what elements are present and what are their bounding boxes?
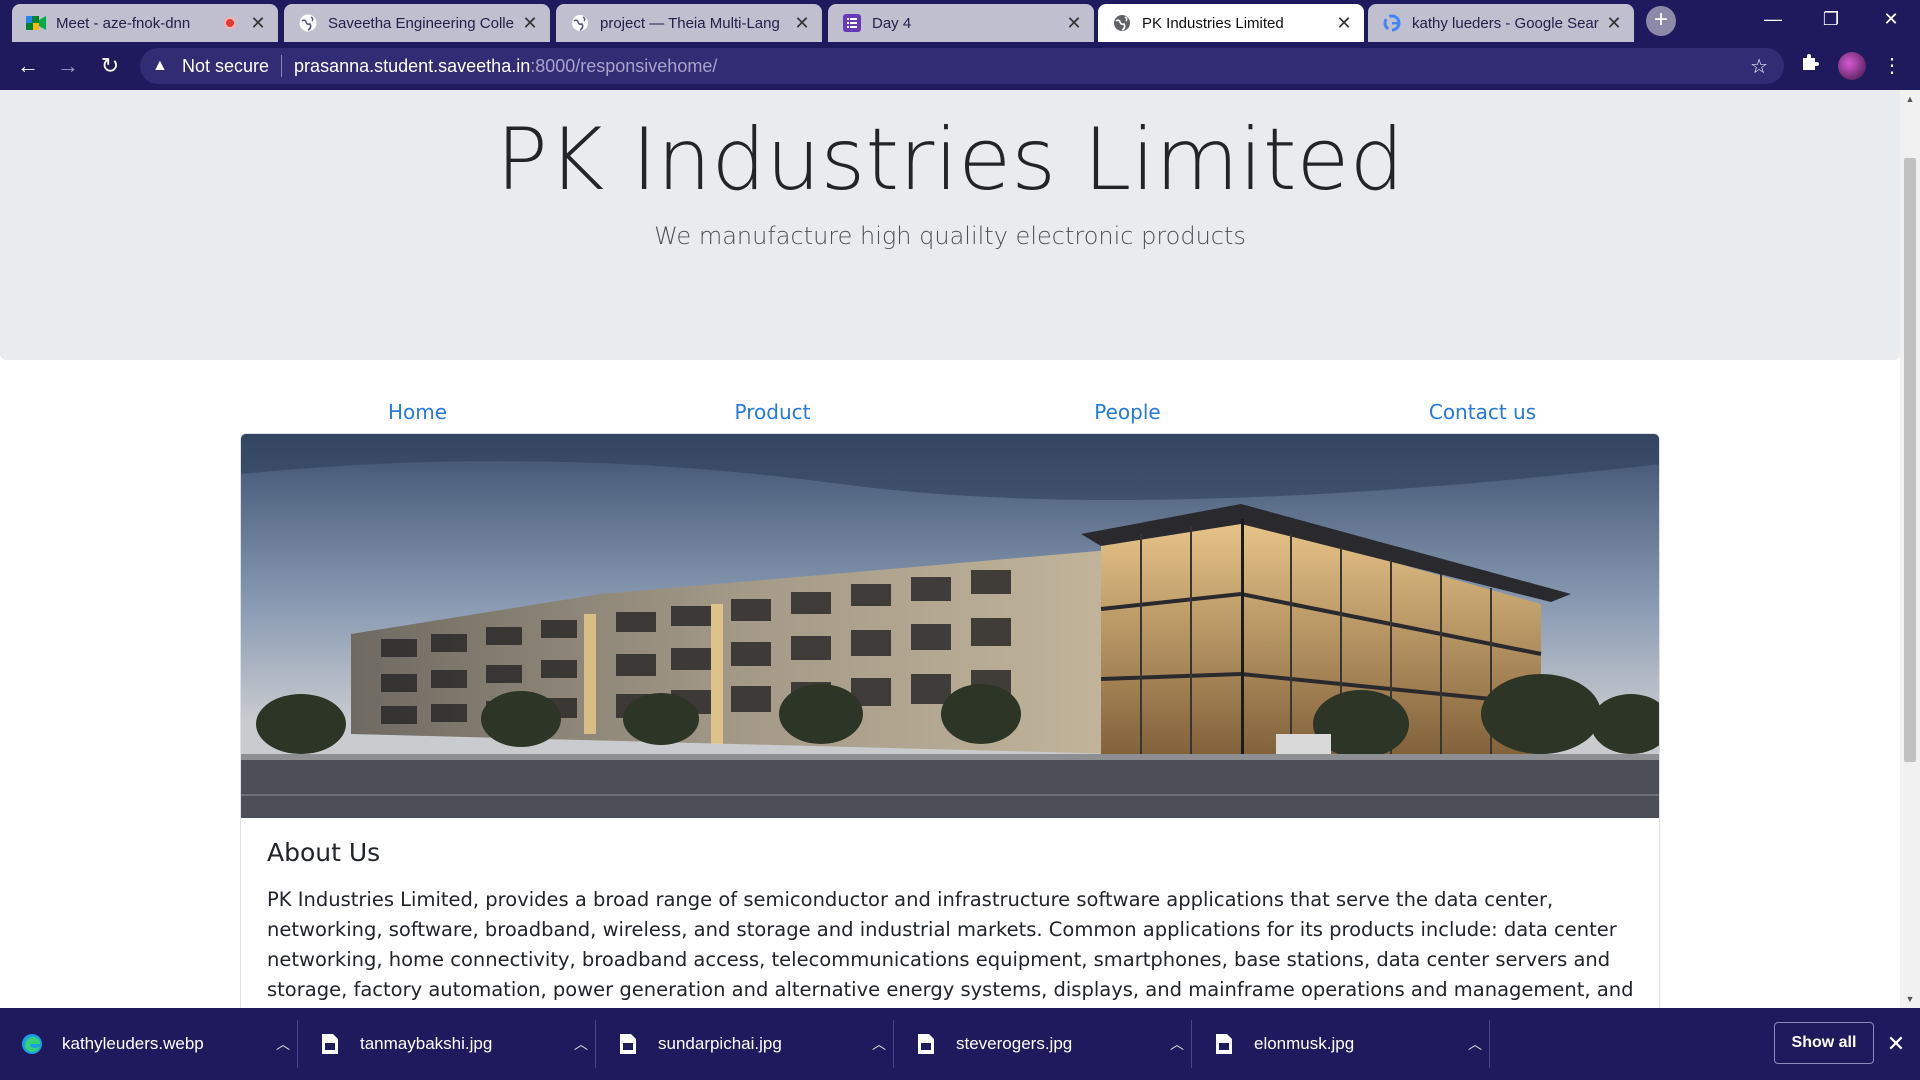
profile-avatar[interactable] xyxy=(1838,52,1866,80)
globe-icon xyxy=(298,13,318,33)
about-section: About Us PK Industries Limited, provides… xyxy=(267,838,1637,1008)
tagline: We manufacture high qualilty electronic … xyxy=(654,222,1246,250)
download-item[interactable]: elonmusk.jpg ︿ xyxy=(1192,1020,1490,1068)
show-all-button[interactable]: Show all xyxy=(1774,1022,1874,1064)
download-filename: sundarpichai.jpg xyxy=(658,1034,782,1053)
download-filename: tanmaybakshi.jpg xyxy=(360,1034,493,1053)
bookmark-star-icon[interactable]: ☆ xyxy=(1750,54,1768,79)
forward-icon[interactable]: → xyxy=(52,50,84,82)
minimize-icon[interactable]: — xyxy=(1744,0,1802,38)
close-tab-icon[interactable]: ✕ xyxy=(1604,13,1624,34)
browser-toolbar: ← → ↻ ▲ Not secure prasanna.student.save… xyxy=(0,42,1920,90)
url-host: prasanna.student.saveetha.in xyxy=(294,55,531,76)
page-title: PK Industries Limited xyxy=(495,110,1405,210)
chevron-up-icon[interactable]: ︿ xyxy=(566,1034,596,1054)
tab-day4[interactable]: Day 4 ✕ xyxy=(828,4,1094,42)
reload-icon[interactable]: ↻ xyxy=(94,50,126,82)
tab-pk-industries[interactable]: PK Industries Limited ✕ xyxy=(1098,4,1364,42)
restore-icon[interactable]: ❐ xyxy=(1802,0,1860,38)
divider xyxy=(1489,1020,1490,1068)
divider xyxy=(281,55,283,77)
nav-people-link[interactable]: People xyxy=(950,400,1305,434)
extensions-puzzle-icon[interactable] xyxy=(1796,52,1824,80)
tab-theia[interactable]: project — Theia Multi-Lang ✕ xyxy=(556,4,822,42)
image-file-icon xyxy=(914,1030,938,1058)
close-tab-icon[interactable]: ✕ xyxy=(1334,13,1354,34)
office-building-image xyxy=(241,434,1659,818)
image-file-icon xyxy=(616,1030,640,1058)
chevron-up-icon[interactable]: ︿ xyxy=(268,1034,298,1054)
download-filename: elonmusk.jpg xyxy=(1254,1034,1355,1053)
warning-icon: ▲ xyxy=(152,57,168,74)
nav-product-link[interactable]: Product xyxy=(595,400,950,434)
chevron-up-icon[interactable]: ︿ xyxy=(864,1034,894,1054)
scroll-up-icon[interactable]: ▲ xyxy=(1900,90,1920,108)
nav-contact-link[interactable]: Contact us xyxy=(1305,400,1660,434)
chevron-up-icon[interactable]: ︿ xyxy=(1460,1034,1490,1054)
tab-title: Meet - aze-fnok-dnn xyxy=(56,14,191,32)
globe-icon xyxy=(1112,13,1132,33)
download-item[interactable]: sundarpichai.jpg ︿ xyxy=(596,1020,894,1068)
close-tab-icon[interactable]: ✕ xyxy=(520,13,540,34)
tab-google-search[interactable]: kathy lueders - Google Sear ✕ xyxy=(1368,4,1634,42)
page-scrollbar[interactable]: ▲ ▼ xyxy=(1900,90,1920,1008)
download-item[interactable]: tanmaybakshi.jpg ︿ xyxy=(298,1020,596,1068)
recording-icon xyxy=(224,17,236,29)
chevron-up-icon[interactable]: ︿ xyxy=(1162,1034,1192,1054)
about-card: About Us PK Industries Limited, provides… xyxy=(240,433,1660,1008)
tab-title: Day 4 xyxy=(872,14,912,32)
jumbotron: PK Industries Limited We manufacture hig… xyxy=(0,90,1900,360)
image-file-icon xyxy=(318,1030,342,1058)
tab-title: Saveetha Engineering Colle xyxy=(328,14,514,32)
tab-title: project — Theia Multi-Lang xyxy=(600,14,780,32)
google-meet-icon xyxy=(26,13,46,33)
tab-title: PK Industries Limited xyxy=(1142,14,1284,32)
download-item[interactable]: kathyleuders.webp ︿ xyxy=(0,1020,298,1068)
back-icon[interactable]: ← xyxy=(12,50,44,82)
address-bar[interactable]: ▲ Not secure prasanna.student.saveetha.i… xyxy=(140,48,1784,84)
image-file-icon xyxy=(1212,1030,1236,1058)
tab-saveetha[interactable]: Saveetha Engineering Colle ✕ xyxy=(284,4,550,42)
page-viewport: PK Industries Limited We manufacture hig… xyxy=(0,90,1900,1008)
google-icon xyxy=(1382,13,1402,33)
url-path: :8000/responsivehome/ xyxy=(530,55,718,76)
security-label[interactable]: Not secure xyxy=(182,56,269,77)
globe-icon xyxy=(570,13,590,33)
tab-title: kathy lueders - Google Sear xyxy=(1412,14,1599,32)
close-window-icon[interactable]: ✕ xyxy=(1862,0,1920,38)
menu-kebab-icon[interactable]: ⋮ xyxy=(1878,52,1906,80)
main-nav: Home Product People Contact us xyxy=(240,400,1660,434)
download-item[interactable]: steverogers.jpg ︿ xyxy=(894,1020,1192,1068)
close-tab-icon[interactable]: ✕ xyxy=(1064,13,1084,34)
scrollbar-thumb[interactable] xyxy=(1904,158,1916,762)
download-filename: kathyleuders.webp xyxy=(62,1034,204,1053)
about-heading: About Us xyxy=(267,838,381,867)
nav-home-link[interactable]: Home xyxy=(240,400,595,434)
about-text: PK Industries Limited, provides a broad … xyxy=(267,888,1634,1001)
new-tab-button[interactable]: + xyxy=(1646,6,1676,36)
form-list-icon xyxy=(842,13,862,33)
tab-meet[interactable]: Meet - aze-fnok-dnn ✕ xyxy=(12,4,278,42)
tab-strip: Meet - aze-fnok-dnn ✕ Saveetha Engineeri… xyxy=(0,0,1920,42)
close-tab-icon[interactable]: ✕ xyxy=(792,13,812,34)
close-shelf-icon[interactable]: ✕ xyxy=(1882,1030,1910,1058)
download-shelf: kathyleuders.webp ︿ tanmaybakshi.jpg ︿ s… xyxy=(0,1008,1920,1080)
close-tab-icon[interactable]: ✕ xyxy=(248,13,268,34)
scroll-down-icon[interactable]: ▼ xyxy=(1900,990,1920,1008)
edge-file-icon xyxy=(20,1030,44,1058)
download-filename: steverogers.jpg xyxy=(956,1034,1073,1053)
